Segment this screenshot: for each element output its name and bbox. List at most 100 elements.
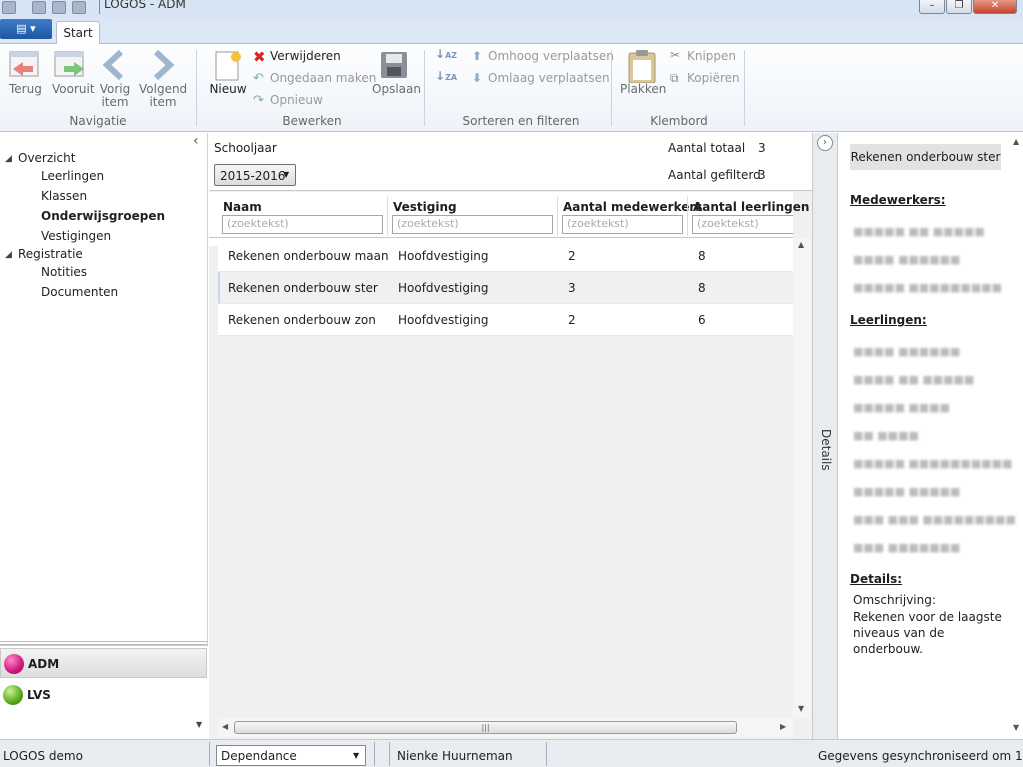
maximize-button[interactable]: ❐ xyxy=(946,0,972,14)
search-input-vestiging[interactable]: (zoektekst) xyxy=(392,215,553,234)
tree-item-vestigingen[interactable]: Vestigingen xyxy=(41,229,111,243)
tree-item-documenten[interactable]: Documenten xyxy=(41,285,118,299)
scroll-up-icon[interactable]: ▲ xyxy=(1013,137,1019,146)
module-lvs-label: LVS xyxy=(27,688,51,702)
arrow-down-icon: ⬇ xyxy=(472,71,483,85)
back-icon xyxy=(9,51,39,77)
details-panel: Rekenen onderbouw ster Medewerkers: ■■■■… xyxy=(839,133,1023,739)
location-select[interactable]: Dependance ▼ xyxy=(216,745,366,766)
cell-medewerkers: 3 xyxy=(568,281,576,295)
previous-item-button[interactable]: Vorig item xyxy=(99,50,131,109)
blurred-name: ■■■■■ ■■■■■■■■■■ xyxy=(853,457,1013,470)
tree-item-registratie[interactable]: Registratie xyxy=(18,247,83,261)
app-menu-button[interactable]: ▤ ▾ xyxy=(0,19,52,39)
tab-start[interactable]: Start xyxy=(56,21,100,45)
blurred-name: ■■■ ■■■■■■■ xyxy=(853,541,961,554)
details-toggle-strip[interactable]: › Details xyxy=(812,133,838,739)
expand-triangle-icon[interactable]: ◢ xyxy=(5,154,12,164)
expand-details-icon[interactable]: › xyxy=(817,135,833,151)
save-button[interactable]: Opslaan xyxy=(372,50,421,96)
lvs-ball-icon xyxy=(3,685,23,705)
paste-button[interactable]: Plakken xyxy=(620,49,666,96)
cell-naam: Rekenen onderbouw ster xyxy=(228,281,378,295)
tree-item-leerlingen[interactable]: Leerlingen xyxy=(41,169,104,183)
adm-ball-icon xyxy=(4,654,24,674)
table-row[interactable]: Rekenen onderbouw maan Hoofdvestiging 2 … xyxy=(218,240,793,272)
expand-triangle-icon[interactable]: ◢ xyxy=(5,250,12,260)
status-user: Nienke Huurneman xyxy=(397,749,513,763)
save-disk-icon xyxy=(381,52,407,78)
new-document-icon xyxy=(215,51,241,81)
ribbon-separator xyxy=(744,50,745,126)
status-sync: Gegevens gesynchroniseerd om 11:41 xyxy=(818,749,1023,763)
schooljaar-label: Schooljaar xyxy=(214,141,277,155)
scroll-up-icon[interactable]: ▲ xyxy=(798,240,804,249)
cut-label: Knippen xyxy=(687,49,737,63)
vertical-scrollbar[interactable]: ▲ ▼ xyxy=(793,238,811,718)
blurred-name: ■■■■■ ■■■■■■■■■ xyxy=(853,281,1002,294)
scroll-left-icon[interactable]: ◀ xyxy=(222,722,228,731)
tree-item-notities[interactable]: Notities xyxy=(41,265,87,279)
module-adm-label: ADM xyxy=(28,657,60,671)
ribbon: Terug Vooruit Vorig item Volgend item Na… xyxy=(0,44,1023,132)
column-header-vestiging[interactable]: Vestiging xyxy=(393,200,457,214)
scroll-thumb[interactable]: ||| xyxy=(234,721,737,734)
tree-item-overzicht[interactable]: Overzicht xyxy=(18,151,75,165)
next-item-button[interactable]: Volgend item xyxy=(139,50,187,109)
move-down-label: Omlaag verplaatsen xyxy=(488,71,610,85)
schooljaar-select[interactable]: 2015-2016 ▼ xyxy=(214,164,296,186)
column-header-medewerkers[interactable]: Aantal medewerkers xyxy=(563,200,702,214)
table-row-selected[interactable]: Rekenen onderbouw ster Hoofdvestiging 3 … xyxy=(218,272,793,304)
module-lvs[interactable]: LVS xyxy=(0,680,207,710)
cell-medewerkers: 2 xyxy=(568,249,576,263)
blurred-name: ■■ ■■■■ xyxy=(853,429,919,442)
minimize-button[interactable]: – xyxy=(919,0,945,14)
status-app-name: LOGOS demo xyxy=(3,749,83,763)
scroll-down-icon[interactable]: ▼ xyxy=(798,704,804,713)
group-label-navigation: Navigatie xyxy=(69,114,127,128)
redo-quick-icon[interactable] xyxy=(72,1,86,14)
module-adm[interactable]: ADM xyxy=(0,648,207,678)
chevron-down-icon[interactable]: ▼ xyxy=(196,720,202,729)
horizontal-scrollbar[interactable]: ◀ ||| ▶ xyxy=(218,718,793,737)
details-title: Rekenen onderbouw ster xyxy=(850,144,1001,170)
omschrijving-label: Omschrijving: xyxy=(853,593,936,607)
tree-item-onderwijsgroepen[interactable]: Onderwijsgroepen xyxy=(41,209,165,223)
group-label-sort: Sorteren en filteren xyxy=(462,114,580,128)
scroll-right-icon[interactable]: ▶ xyxy=(780,722,786,731)
group-label-clipboard: Klembord xyxy=(650,114,708,128)
search-input-naam[interactable]: (zoektekst) xyxy=(222,215,383,234)
cell-leerlingen: 8 xyxy=(698,249,706,263)
cell-leerlingen: 8 xyxy=(698,281,706,295)
column-header-leerlingen[interactable]: Aantal leerlingen xyxy=(693,200,809,214)
cell-leerlingen: 6 xyxy=(698,313,706,327)
paste-label: Plakken xyxy=(620,82,667,96)
blurred-name: ■■■■■ ■■ ■■■■■ xyxy=(853,225,985,238)
sort-descending-icon[interactable]: ↓ZA xyxy=(435,70,457,83)
copy-label: Kopiëren xyxy=(687,71,740,85)
new-button[interactable]: Nieuw xyxy=(209,50,247,96)
sort-ascending-icon[interactable]: ↓AZ xyxy=(435,48,457,61)
chevron-left-icon xyxy=(102,50,124,80)
save-quick-icon[interactable] xyxy=(32,1,46,14)
cell-naam: Rekenen onderbouw zon xyxy=(228,313,376,327)
undo-icon: ↶ xyxy=(253,71,264,86)
undo-quick-icon[interactable] xyxy=(52,1,66,14)
forward-button[interactable]: Vooruit xyxy=(52,50,95,96)
scissors-icon: ✂ xyxy=(670,48,681,62)
status-separator xyxy=(546,742,547,766)
table-row[interactable]: Rekenen onderbouw zon Hoofdvestiging 2 6 xyxy=(218,304,793,336)
filtered-value: 3 xyxy=(758,168,766,182)
splitter-handle[interactable] xyxy=(0,641,207,645)
tree-item-klassen[interactable]: Klassen xyxy=(41,189,87,203)
search-input-medewerkers[interactable]: (zoektekst) xyxy=(562,215,683,234)
column-header-naam[interactable]: Naam xyxy=(223,200,262,214)
ribbon-separator xyxy=(196,50,197,126)
scroll-down-icon[interactable]: ▼ xyxy=(1013,723,1019,732)
back-button[interactable]: Terug xyxy=(9,50,42,96)
search-input-leerlingen[interactable]: (zoektekst) xyxy=(692,215,793,234)
close-button[interactable]: ✕ xyxy=(973,0,1017,14)
forward-icon xyxy=(54,51,84,77)
total-value: 3 xyxy=(758,141,766,155)
cell-vestiging: Hoofdvestiging xyxy=(398,249,489,263)
